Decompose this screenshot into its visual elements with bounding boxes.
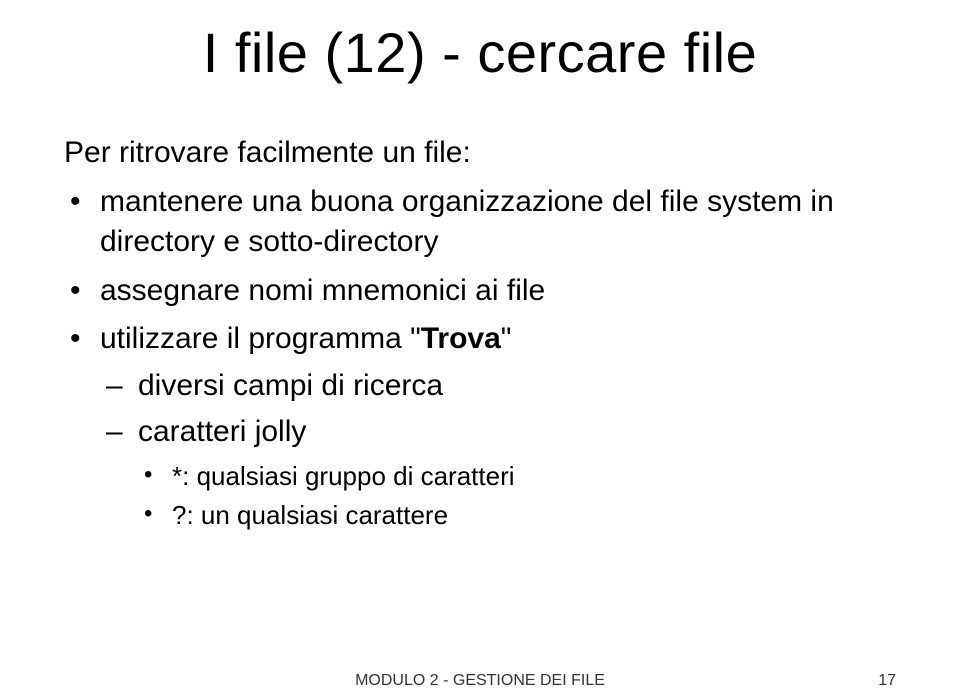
bullet-list-level3: *: qualsiasi gruppo di caratteri ?: un q… [138, 459, 896, 533]
slide: I file (12) - cercare file Per ritrovare… [0, 0, 960, 686]
list-item: mantenere una buona organizzazione del f… [64, 182, 896, 263]
bullet-list-level1: mantenere una buona organizzazione del f… [64, 182, 896, 533]
slide-body: Per ritrovare facilmente un file: manten… [64, 133, 896, 533]
bullet-list-level2: diversi campi di ricerca caratteri jolly… [100, 366, 896, 533]
item-text: assegnare nomi mnemonici ai file [100, 274, 545, 307]
list-item: caratteri jolly *: qualsiasi gruppo di c… [100, 412, 896, 533]
item-text-suffix: " [501, 322, 512, 355]
slide-title: I file (12) - cercare file [64, 20, 896, 85]
item-text: diversi campi di ricerca [138, 369, 443, 402]
list-item: utilizzare il programma "Trova" diversi … [64, 319, 896, 533]
list-item: *: qualsiasi gruppo di caratteri [138, 459, 896, 494]
item-text-prefix: utilizzare il programma " [100, 322, 421, 355]
intro-text: Per ritrovare facilmente un file: [64, 133, 896, 174]
item-text: mantenere una buona organizzazione del f… [100, 185, 834, 259]
item-text-bold: Trova [421, 322, 501, 355]
list-item: assegnare nomi mnemonici ai file [64, 271, 896, 312]
item-text: *: qualsiasi gruppo di caratteri [172, 461, 515, 491]
list-item: diversi campi di ricerca [100, 366, 896, 407]
item-text: ?: un qualsiasi carattere [172, 500, 448, 530]
item-text: caratteri jolly [138, 415, 306, 448]
list-item: ?: un qualsiasi carattere [138, 498, 896, 533]
footer-center-text: MODULO 2 - GESTIONE DEI FILE [0, 672, 960, 690]
footer-page-number: 17 [878, 672, 896, 690]
